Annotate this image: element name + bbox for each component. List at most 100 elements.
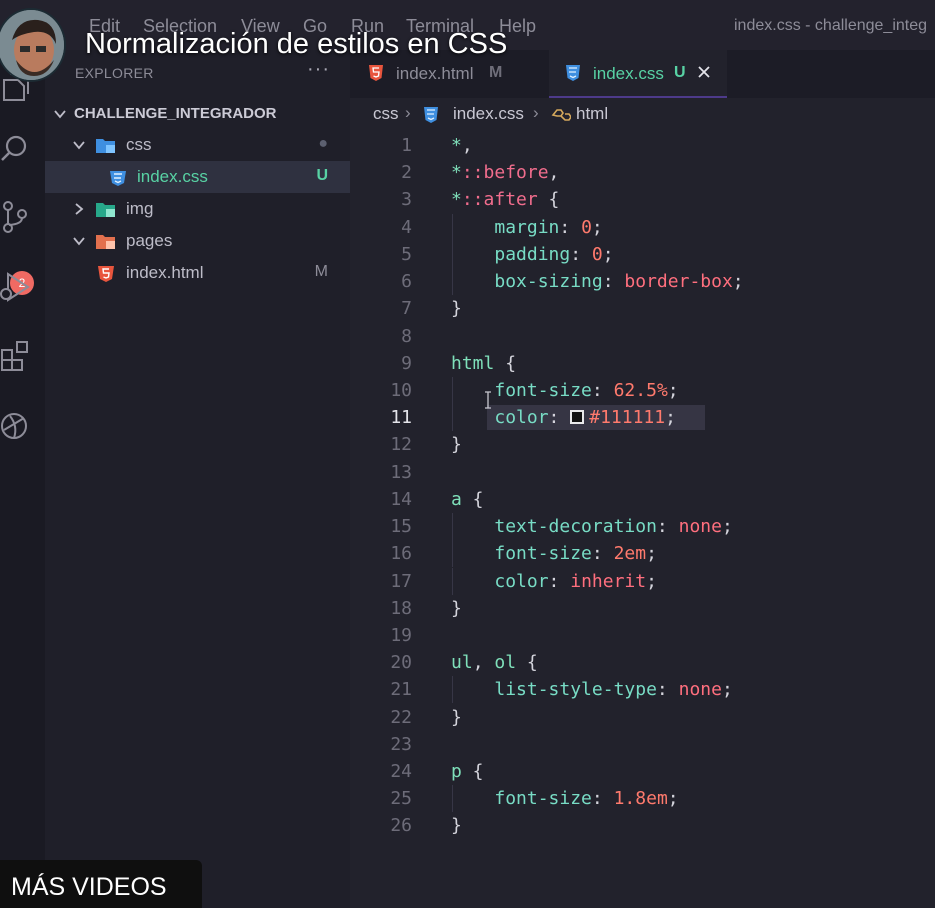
code-text: color: inherit; (494, 571, 657, 592)
line-number: 16 (390, 543, 412, 564)
code-line: 25 font-size: 1.8em; (350, 785, 935, 812)
color-swatch[interactable] (570, 410, 585, 424)
tree-item-pages-folder[interactable]: pages (45, 225, 350, 257)
code-line: 20 ul, ol { (350, 649, 935, 676)
line-number: 4 (401, 217, 412, 238)
code-text: p { (451, 761, 484, 782)
css3-file-icon (565, 64, 581, 87)
more-videos-button[interactable]: MÁS VIDEOS (0, 860, 202, 908)
html5-file-icon (95, 265, 117, 283)
breadcrumb-file[interactable]: index.css (453, 104, 524, 124)
line-number: 7 (401, 298, 412, 319)
close-icon[interactable] (697, 65, 711, 84)
image-folder-icon (95, 201, 117, 219)
line-number: 14 (390, 489, 412, 510)
chevron-right-icon (72, 202, 86, 216)
code-line: 8 (350, 323, 935, 350)
code-line: 22 } (350, 704, 935, 731)
code-text: } (451, 598, 462, 619)
css-folder-icon (95, 137, 117, 155)
code-line: 1 *, (350, 132, 935, 159)
workspace-folder-header[interactable]: CHALLENGE_INTEGRADOR (45, 98, 350, 130)
code-editor[interactable]: 1 *, 2 *::before, 3 *::after { 4 margin:… (350, 132, 935, 908)
code-text: font-size: 1.8em; (494, 788, 679, 809)
code-text: } (451, 815, 462, 836)
breadcrumb-symbol[interactable]: html (576, 104, 608, 124)
line-number: 26 (390, 815, 412, 836)
html5-file-icon (368, 64, 384, 87)
pages-folder-icon (95, 233, 117, 251)
code-text: padding: 0; (494, 244, 614, 265)
line-number: 6 (401, 271, 412, 292)
line-number: 23 (390, 734, 412, 755)
remote-explorer-icon[interactable] (0, 408, 32, 442)
tree-item-label: css (126, 135, 152, 154)
chevron-down-icon (53, 107, 67, 121)
code-line: 15 text-decoration: none; (350, 513, 935, 540)
line-number: 21 (390, 679, 412, 700)
code-text: list-style-type: none; (494, 679, 733, 700)
explorer-sidebar: EXPLORER ··· CHALLENGE_INTEGRADOR css ● … (45, 50, 350, 908)
line-number: 10 (390, 380, 412, 401)
modified-dot: ● (318, 135, 328, 152)
line-number: 15 (390, 516, 412, 537)
line-number: 20 (390, 652, 412, 673)
code-text: } (451, 298, 462, 319)
css3-file-icon (107, 169, 129, 187)
code-line: 6 box-sizing: border-box; (350, 268, 935, 295)
tab-status: M (489, 64, 503, 81)
line-number: 9 (401, 353, 412, 374)
line-number: 18 (390, 598, 412, 619)
code-line: 16 font-size: 2em; (350, 540, 935, 567)
tree-item-label: index.css (137, 167, 208, 186)
tab-label: index.css (593, 64, 664, 83)
window-title: index.css - challenge_integ (734, 17, 928, 34)
code-text: text-decoration: none; (494, 516, 733, 537)
code-line: 3 *::after { (350, 186, 935, 213)
line-number: 12 (390, 434, 412, 455)
search-icon[interactable] (0, 132, 32, 166)
more-actions-icon[interactable]: ··· (307, 58, 330, 81)
breadcrumb: css › index.css › html (350, 98, 935, 132)
code-line: 13 (350, 459, 935, 486)
tab-label: index.html (396, 64, 474, 83)
code-text: } (451, 707, 462, 728)
run-debug-icon[interactable] (0, 270, 32, 304)
line-number: 25 (390, 788, 412, 809)
code-text: *::before, (451, 162, 560, 183)
code-line: 26 } (350, 812, 935, 839)
code-line: 18 } (350, 595, 935, 622)
tree-item-img-folder[interactable]: img (45, 193, 350, 225)
tree-item-label: img (126, 199, 154, 218)
code-line: 14 a { (350, 486, 935, 513)
more-videos-label: MÁS VIDEOS (11, 873, 167, 901)
tab-index-css[interactable]: index.css U (549, 50, 727, 98)
code-line: 5 padding: 0; (350, 241, 935, 268)
code-text: ul, ol { (451, 652, 538, 673)
code-text: } (451, 434, 462, 455)
modified-status: M (314, 263, 328, 280)
text-cursor-icon (483, 391, 493, 413)
extensions-icon[interactable] (0, 338, 32, 372)
tree-item-index-html[interactable]: index.html M (45, 257, 350, 289)
code-line: 7 } (350, 295, 935, 322)
line-number: 13 (390, 462, 412, 483)
code-line: 17 color: inherit; (350, 568, 935, 595)
code-text: box-sizing: border-box; (494, 271, 744, 292)
chevron-right-icon: › (533, 103, 539, 122)
code-line: 4 margin: 0; (350, 214, 935, 241)
tree-item-label: pages (126, 231, 173, 250)
code-line: 24 p { (350, 758, 935, 785)
code-line: 2 *::before, (350, 159, 935, 186)
source-control-icon[interactable] (0, 200, 32, 234)
chevron-down-icon (72, 234, 86, 248)
code-line: 23 (350, 731, 935, 758)
tree-item-index-css[interactable]: index.css U (45, 161, 350, 193)
breadcrumb-folder[interactable]: css (373, 104, 399, 124)
workspace-folder-name: CHALLENGE_INTEGRADOR (74, 105, 277, 122)
tab-status: U (674, 64, 686, 81)
code-line-current: 11 color: #111111; (350, 404, 935, 431)
code-line: 9 html { (350, 350, 935, 377)
activity-bar: 2 (0, 50, 45, 908)
tree-item-css-folder[interactable]: css ● (45, 129, 350, 161)
